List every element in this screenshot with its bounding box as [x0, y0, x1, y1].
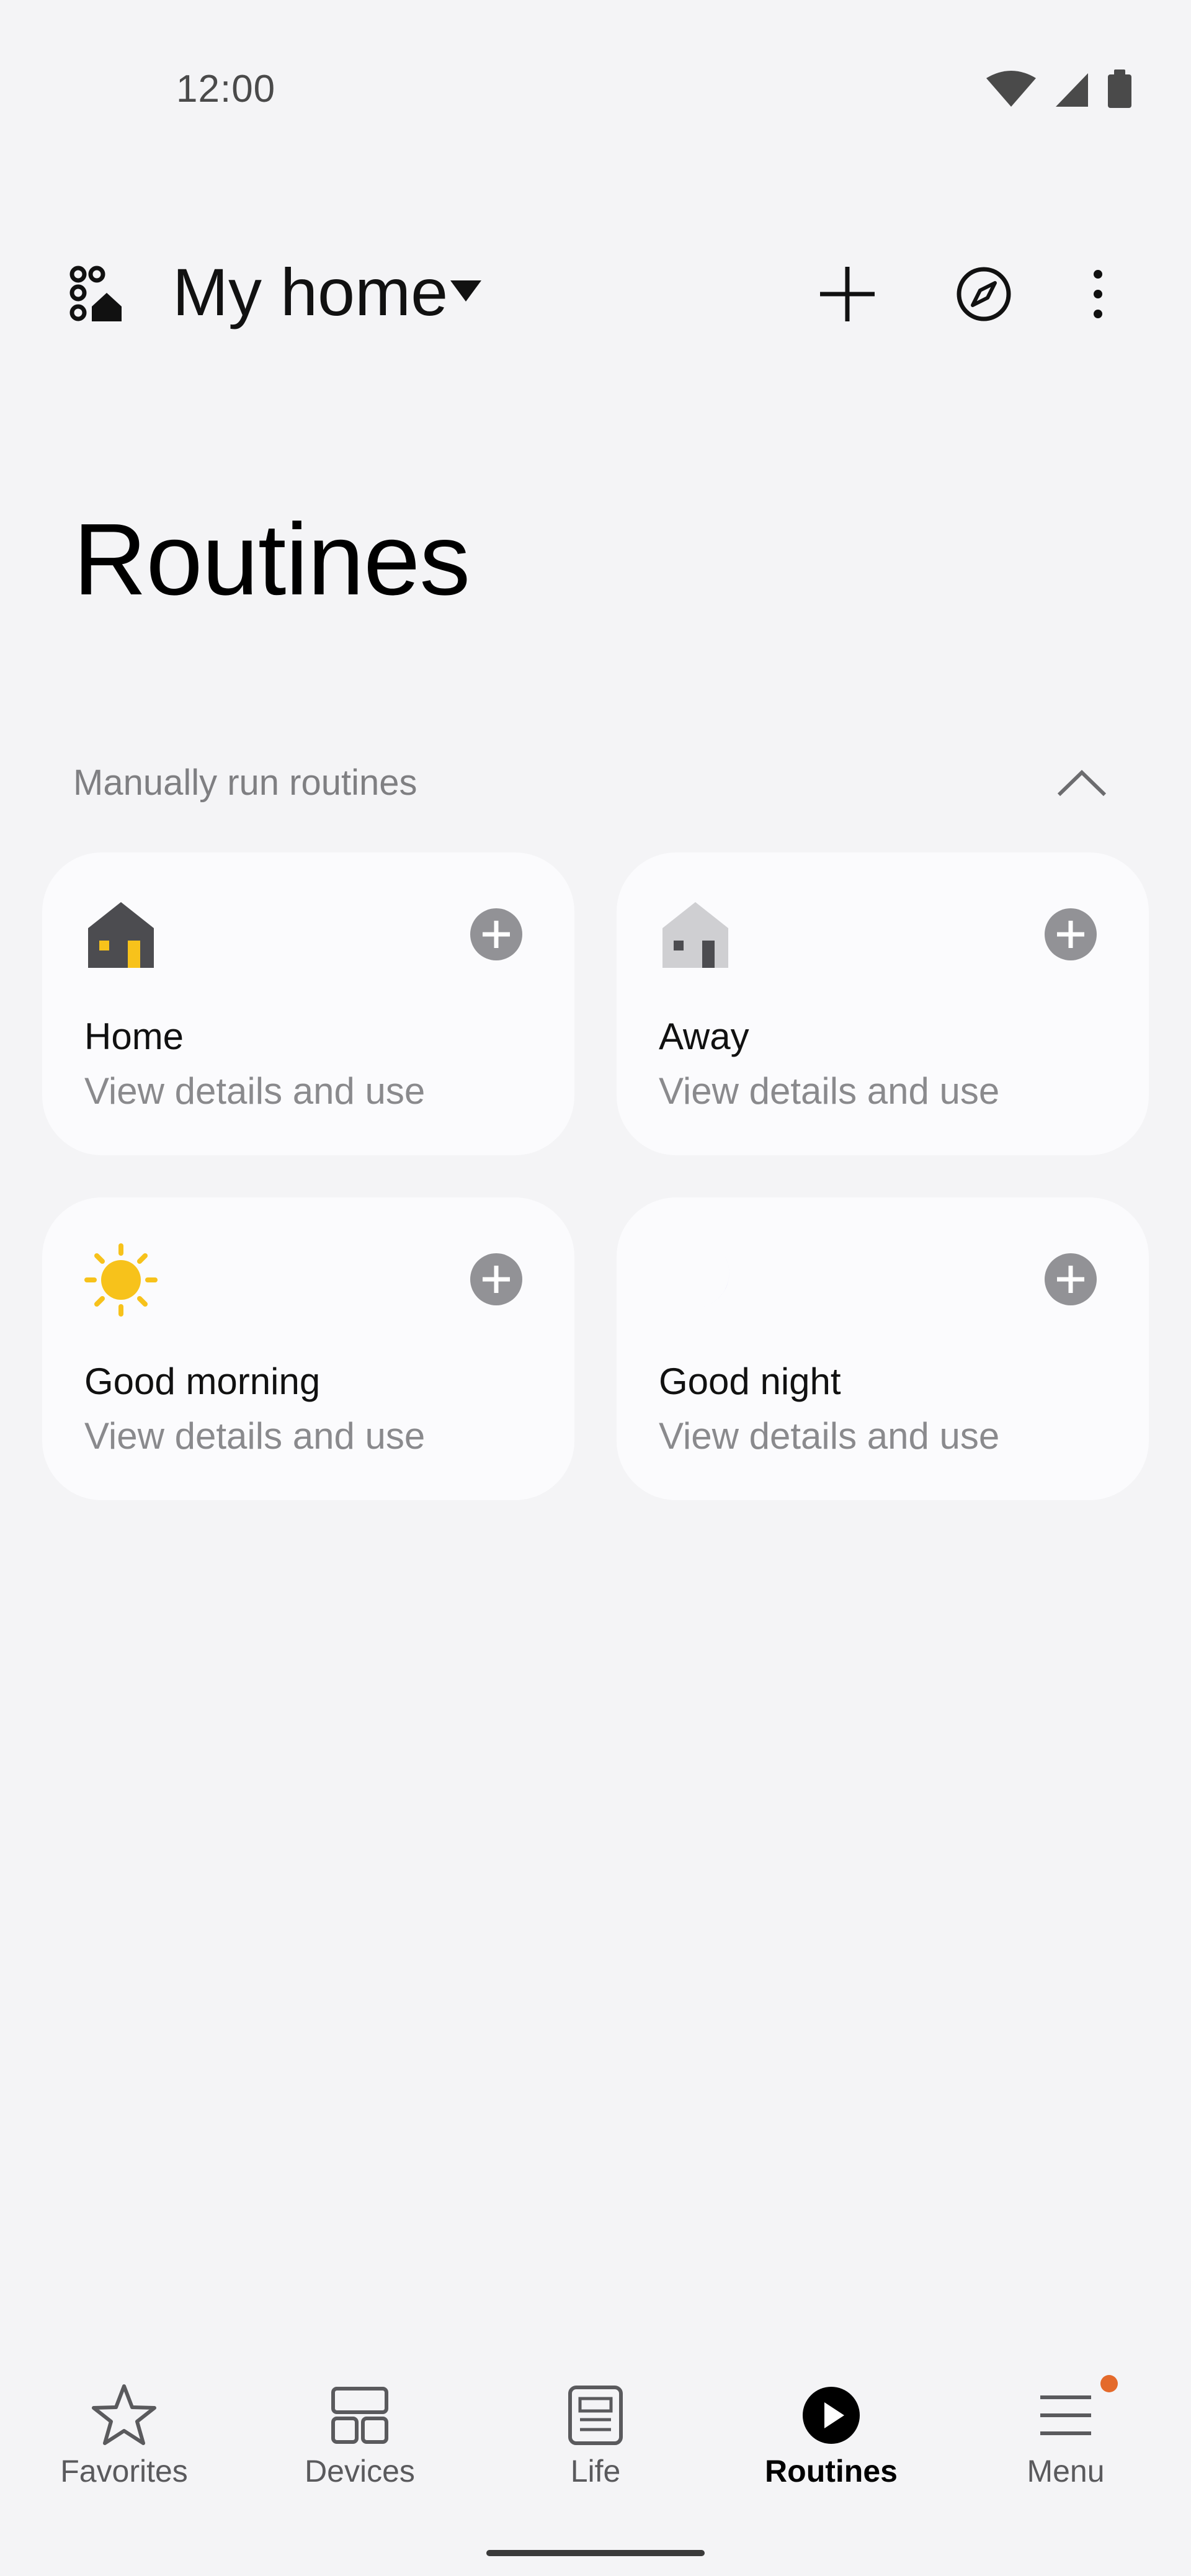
menu-icon — [1040, 2395, 1091, 2435]
status-time: 12:00 — [176, 68, 276, 110]
home-routine-icon — [88, 902, 154, 968]
add-routine-button[interactable] — [469, 1252, 524, 1307]
routine-subtitle: View details and use — [659, 1070, 1000, 1112]
status-icons — [986, 69, 1131, 108]
more-vert-icon — [1094, 270, 1102, 318]
nav-favorites[interactable]: Favorites — [43, 2374, 205, 2498]
routine-title: Good night — [659, 1361, 841, 1402]
nav-devices[interactable]: Devices — [279, 2374, 440, 2498]
routine-subtitle: View details and use — [84, 1415, 426, 1457]
battery-icon — [1108, 69, 1131, 108]
home-indicator[interactable] — [486, 2550, 705, 2556]
routine-title: Away — [659, 1016, 749, 1057]
away-routine-icon — [662, 902, 728, 968]
nav-menu[interactable]: Menu — [985, 2374, 1146, 2498]
nav-label: Devices — [305, 2454, 415, 2489]
nav-label: Routines — [765, 2454, 898, 2489]
nav-routines[interactable]: Routines — [751, 2374, 912, 2498]
routine-card-good-night[interactable]: Good night View details and use — [617, 1197, 1149, 1500]
routine-subtitle: View details and use — [659, 1415, 1000, 1457]
cellular-signal-icon — [1056, 73, 1088, 107]
wifi-icon — [986, 71, 1036, 107]
dropdown-caret-icon[interactable] — [447, 275, 485, 306]
moon-icon — [667, 1252, 729, 1308]
nav-label: Favorites — [60, 2454, 188, 2489]
routine-card-good-morning[interactable]: Good morning View details and use — [42, 1197, 574, 1500]
menu-notification-badge — [1100, 2375, 1118, 2392]
collapse-section-button[interactable] — [1050, 758, 1114, 808]
discover-icon — [957, 267, 1011, 321]
routine-subtitle: View details and use — [84, 1070, 426, 1112]
home-name[interactable]: My home — [172, 253, 448, 331]
routine-card-home[interactable]: Home View details and use — [42, 852, 574, 1155]
home-switch-icon[interactable] — [69, 266, 132, 328]
add-routine-button[interactable] — [1043, 907, 1098, 962]
more-options-button[interactable] — [1061, 257, 1135, 331]
routine-title: Good morning — [84, 1361, 321, 1402]
chevron-up-icon — [1057, 769, 1107, 797]
sun-icon — [84, 1243, 158, 1317]
nav-label: Menu — [1027, 2454, 1105, 2489]
life-icon — [568, 2386, 623, 2445]
add-routine-button[interactable] — [1043, 1252, 1098, 1307]
nav-life[interactable]: Life — [515, 2374, 676, 2498]
section-title: Manually run routines — [73, 763, 417, 803]
add-routine-button[interactable] — [469, 907, 524, 962]
page-title: Routines — [73, 503, 470, 616]
play-icon — [803, 2387, 860, 2444]
add-button[interactable] — [810, 257, 885, 331]
nav-label: Life — [570, 2454, 621, 2489]
star-icon — [92, 2384, 156, 2445]
devices-grid-icon — [331, 2387, 388, 2444]
add-icon — [820, 267, 875, 321]
routine-title: Home — [84, 1016, 184, 1057]
routine-card-away[interactable]: Away View details and use — [617, 852, 1149, 1155]
discover-button[interactable] — [947, 257, 1021, 331]
